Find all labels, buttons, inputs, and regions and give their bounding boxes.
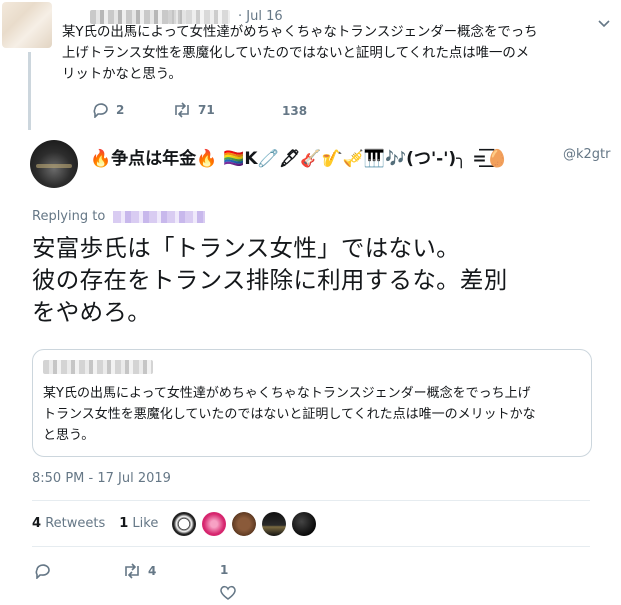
main-reply-button[interactable] (34, 563, 58, 579)
tweet-stats: 4 Retweets 1 Like (32, 516, 158, 531)
likers-avatars (172, 512, 316, 536)
retweets-stat[interactable]: 4 Retweets (32, 516, 105, 531)
main-retweet-button[interactable]: 4 (122, 563, 156, 579)
quoted-tweet-text: 某Y氏の出馬によって女性達がめちゃくちゃなトランスジェンダー概念をでっち上げ ト… (43, 386, 536, 443)
main-tweet-text: 安富歩氏は「トランス女性」ではない。 彼の存在をトランス排除に利用するな。差別 … (32, 234, 508, 326)
reply-icon (35, 564, 50, 579)
parent-reply-count: 2 (116, 103, 125, 117)
like-button[interactable] (219, 585, 237, 605)
parent-like-count: 138 (282, 104, 308, 118)
liker-avatar[interactable] (262, 512, 286, 536)
replying-to-label: Replying to (32, 209, 106, 224)
parent-reply-button[interactable]: 2 (92, 102, 124, 118)
liker-avatar[interactable] (232, 512, 256, 536)
main-retweet-count: 4 (148, 564, 157, 578)
main-author-handle[interactable]: @k2gtr (563, 147, 611, 162)
divider-top (32, 500, 590, 501)
parent-retweet-count: 71 (198, 103, 215, 117)
liker-avatar[interactable] (172, 512, 196, 536)
parent-like-button[interactable]: 138 (282, 104, 307, 118)
likes-stat[interactable]: 1 Like (119, 516, 158, 531)
main-avatar[interactable] (30, 140, 78, 188)
reply-icon (93, 103, 108, 118)
quoted-tweet[interactable]: 某Y氏の出馬によって女性達がめちゃくちゃなトランスジェンダー概念をでっち上げ ト… (32, 349, 592, 457)
divider-bottom (32, 546, 590, 547)
main-author-name[interactable]: 🔥争点は年金🔥 🏳️‍🌈K🧷🖋🎸🎷🎺🎹🎶(つ'-')╮ =͟͟͞͞🥚 (90, 144, 508, 169)
main-like-count-label: 1 (220, 563, 228, 577)
liker-avatar[interactable] (202, 512, 226, 536)
tweet-timestamp[interactable]: 8:50 PM - 17 Jul 2019 (32, 471, 171, 486)
replying-to-user[interactable] (113, 210, 206, 223)
retweet-icon (125, 563, 139, 579)
replying-to: Replying to (32, 209, 206, 224)
heart-icon (220, 585, 236, 600)
liker-avatar[interactable] (292, 512, 316, 536)
main-like-count: 1 (220, 563, 229, 577)
quoted-author-name (43, 360, 153, 374)
parent-tweet-text: 某Y氏の出馬によって女性達がめちゃくちゃなトランスジェンダー概念をでっち 上げト… (62, 25, 538, 82)
thread-line (28, 52, 31, 130)
parent-retweet-button[interactable]: 71 (172, 102, 215, 118)
retweet-icon (175, 102, 189, 118)
parent-avatar[interactable] (2, 2, 52, 48)
